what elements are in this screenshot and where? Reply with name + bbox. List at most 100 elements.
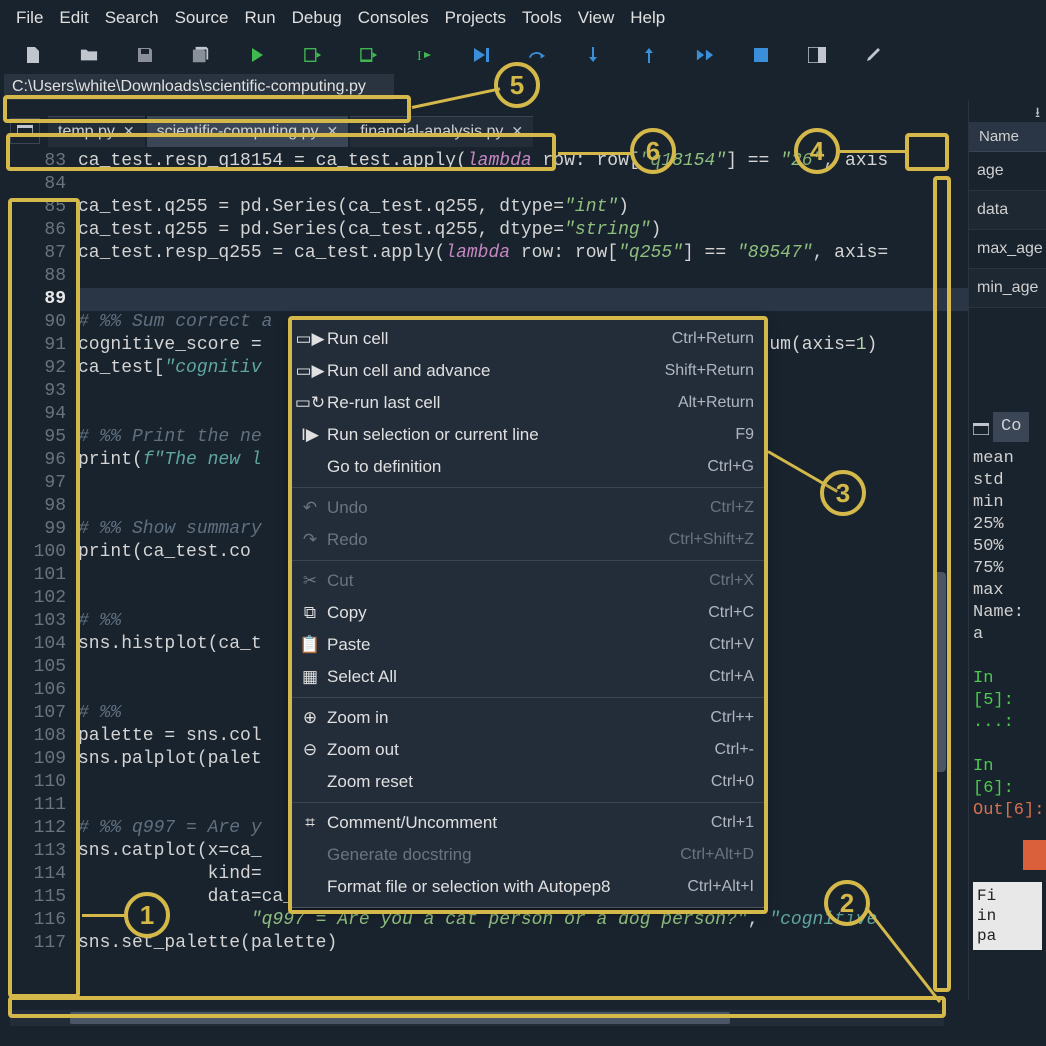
- close-icon[interactable]: ✕: [123, 123, 135, 140]
- plot-thumbnail[interactable]: [1023, 840, 1046, 870]
- code-line[interactable]: ca_test.q255 = pd.Series(ca_test.q255, d…: [78, 196, 1046, 219]
- help-line: in: [977, 906, 1038, 926]
- line-number: 88: [0, 265, 66, 288]
- context-menu-item[interactable]: 📋PasteCtrl+V: [291, 629, 764, 661]
- context-menu-item[interactable]: I▶Run selection or current lineF9: [291, 419, 764, 451]
- menu-item-label: Go to definition: [327, 457, 699, 477]
- line-number: 108: [0, 725, 66, 748]
- download-icon[interactable]: ⭳: [1035, 102, 1040, 120]
- line-number: 85: [0, 196, 66, 219]
- scrollbar-thumb[interactable]: [70, 1012, 730, 1024]
- context-menu-item[interactable]: Format file or selection with Autopep8Ct…: [291, 871, 764, 903]
- line-number: 113: [0, 840, 66, 863]
- run-cell-icon[interactable]: [304, 46, 322, 64]
- variable-row[interactable]: data: [969, 191, 1046, 230]
- console-browse-icon[interactable]: [973, 423, 989, 435]
- editor-vertical-scrollbar[interactable]: [934, 180, 946, 990]
- variable-row[interactable]: max_age: [969, 230, 1046, 269]
- context-menu-item[interactable]: ⧉CopyCtrl+C: [291, 597, 764, 629]
- preferences-icon[interactable]: [864, 46, 882, 64]
- console-tab[interactable]: Co: [993, 412, 1029, 442]
- layout-icon[interactable]: [808, 46, 826, 64]
- tab-label: financial-analysis.py: [360, 123, 503, 141]
- context-menu-item[interactable]: ⊕Zoom inCtrl++: [291, 702, 764, 734]
- menu-item-shortcut: Ctrl+Return: [672, 330, 754, 348]
- editor-tab[interactable]: temp.py✕: [48, 116, 145, 147]
- zoom-in-icon: ⊕: [301, 708, 319, 728]
- code-line[interactable]: [78, 288, 1046, 311]
- open-folder-icon[interactable]: [80, 46, 98, 64]
- menu-consoles[interactable]: Consoles: [352, 6, 435, 30]
- context-menu-item[interactable]: ▭▶Run cell and advanceShift+Return: [291, 355, 764, 387]
- context-menu-item[interactable]: ▭▶Run cellCtrl+Return: [291, 323, 764, 355]
- browse-tabs-icon[interactable]: [10, 118, 40, 144]
- context-menu-item[interactable]: ⌗Comment/UncommentCtrl+1: [291, 807, 764, 839]
- annotation-label-3: 3: [820, 470, 866, 516]
- close-icon[interactable]: ✕: [511, 123, 523, 140]
- console-line: Out[6]:: [973, 800, 1042, 822]
- line-number: 103: [0, 610, 66, 633]
- help-line: pa: [977, 926, 1038, 946]
- run-cell-advance-icon[interactable]: [360, 46, 378, 64]
- menu-item-label: Re-run last cell: [327, 393, 670, 413]
- context-menu-item[interactable]: Go to definition Ctrl+G: [291, 451, 764, 483]
- menu-debug[interactable]: Debug: [286, 6, 348, 30]
- continue-icon[interactable]: [696, 46, 714, 64]
- save-icon[interactable]: [136, 46, 154, 64]
- code-line[interactable]: [78, 173, 1046, 196]
- close-icon[interactable]: ✕: [327, 123, 339, 140]
- console-output: Co meanstdmin25%50%75%maxName: a In [5]:…: [969, 408, 1046, 954]
- menu-file[interactable]: File: [10, 6, 49, 30]
- run-icon[interactable]: [248, 46, 266, 64]
- new-file-icon[interactable]: [24, 46, 42, 64]
- debug-icon[interactable]: [472, 46, 490, 64]
- menu-search[interactable]: Search: [99, 6, 165, 30]
- menu-run[interactable]: Run: [238, 6, 281, 30]
- save-all-icon[interactable]: [192, 46, 210, 64]
- console-line: In [6]:: [973, 756, 1042, 800]
- context-menu-item[interactable]: Zoom resetCtrl+0: [291, 766, 764, 798]
- context-menu-item[interactable]: ▦Select AllCtrl+A: [291, 661, 764, 693]
- debug-step-icon[interactable]: [528, 46, 546, 64]
- line-number: 115: [0, 886, 66, 909]
- menu-item-shortcut: Ctrl+Shift+Z: [669, 531, 754, 549]
- menu-item-shortcut: Ctrl+-: [714, 741, 754, 759]
- editor-horizontal-scrollbar[interactable]: [10, 1010, 944, 1026]
- variable-row[interactable]: age: [969, 152, 1046, 191]
- annotation-connector: [82, 914, 128, 917]
- step-into-icon[interactable]: [584, 46, 602, 64]
- variable-row[interactable]: min_age: [969, 269, 1046, 308]
- menu-item-shortcut: Ctrl+G: [707, 458, 754, 476]
- scrollbar-thumb[interactable]: [934, 572, 946, 772]
- menu-tools[interactable]: Tools: [516, 6, 568, 30]
- run-line-icon[interactable]: I: [416, 46, 434, 64]
- line-number: 104: [0, 633, 66, 656]
- stop-icon[interactable]: [752, 46, 770, 64]
- menu-help[interactable]: Help: [624, 6, 671, 30]
- help-line: Fi: [977, 886, 1038, 906]
- code-line[interactable]: "q997 = Are you a cat person or a dog pe…: [78, 909, 1046, 932]
- step-out-icon[interactable]: [640, 46, 658, 64]
- editor-tab[interactable]: scientific-computing.py✕: [147, 116, 349, 147]
- annotation-connector: [558, 152, 632, 155]
- menu-source[interactable]: Source: [169, 6, 235, 30]
- code-line[interactable]: ca_test.q255 = pd.Series(ca_test.q255, d…: [78, 219, 1046, 242]
- context-menu-item[interactable]: ⊖Zoom outCtrl+-: [291, 734, 764, 766]
- menu-item-label: Undo: [327, 498, 702, 518]
- menu-item-label: Zoom reset: [327, 772, 703, 792]
- editor-tab[interactable]: financial-analysis.py ✕: [350, 116, 533, 147]
- line-number: 116: [0, 909, 66, 932]
- variable-explorer-header[interactable]: Name: [969, 122, 1046, 152]
- menu-view[interactable]: View: [572, 6, 621, 30]
- annotation-label-1: 1: [124, 892, 170, 938]
- run-line-icon: I▶: [301, 425, 319, 445]
- line-number-gutter: 8384858687888990919293949596979899100101…: [0, 148, 78, 968]
- line-number: 83: [0, 150, 66, 173]
- context-menu-item[interactable]: ▭↻Re-run last cellAlt+Return: [291, 387, 764, 419]
- menubar: FileEditSearchSourceRunDebugConsolesProj…: [0, 0, 1046, 36]
- code-line[interactable]: ca_test.resp_q255 = ca_test.apply(lambda…: [78, 242, 1046, 265]
- menu-projects[interactable]: Projects: [439, 6, 512, 30]
- menu-edit[interactable]: Edit: [53, 6, 94, 30]
- svg-text:I: I: [417, 49, 422, 64]
- code-line[interactable]: [78, 265, 1046, 288]
